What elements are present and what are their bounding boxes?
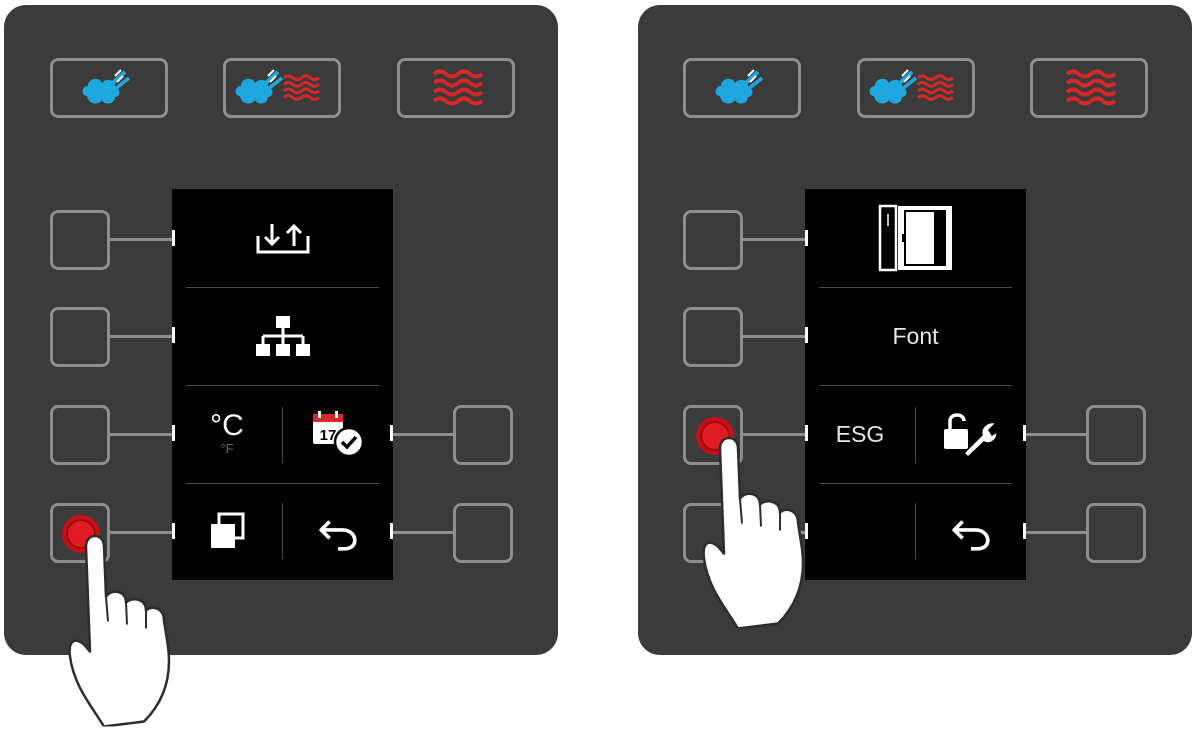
wire <box>110 335 172 338</box>
combi-steam-heat-icon <box>233 68 321 106</box>
back-arrow-icon <box>317 513 359 551</box>
left-screen-button-1[interactable] <box>50 210 110 270</box>
date-time-button[interactable]: 17 <box>283 385 393 483</box>
wire <box>110 238 172 241</box>
right-display: Font ESG <box>805 189 1026 580</box>
right-screen-button-4[interactable] <box>453 503 513 563</box>
steam-icon <box>79 66 139 110</box>
esg-label: ESG <box>835 420 885 447</box>
right-combi-mode-button[interactable] <box>857 58 975 118</box>
convection-heat-icon <box>426 66 486 110</box>
font-label: Font <box>892 322 939 349</box>
unit-settings-menu-item[interactable] <box>805 189 1026 287</box>
left-screen-button-3[interactable] <box>50 405 110 465</box>
back-button[interactable] <box>916 483 1026 580</box>
left-display: °C °F 17 <box>172 189 393 580</box>
right-screen-button-3[interactable] <box>1086 405 1146 465</box>
unlock-wrench-icon <box>944 413 998 459</box>
right-convection-mode-button[interactable] <box>1030 58 1148 118</box>
right-steam-mode-button[interactable] <box>683 58 801 118</box>
wire <box>392 433 454 436</box>
wire <box>743 238 805 241</box>
wire <box>1025 531 1087 534</box>
calendar-check-icon: 17 <box>313 411 365 458</box>
unit-door-icon <box>878 204 952 272</box>
left-steam-mode-button[interactable] <box>50 58 168 118</box>
wire <box>110 433 172 436</box>
left-combi-mode-button[interactable] <box>223 58 341 118</box>
convection-heat-icon <box>1059 66 1119 110</box>
left-screen-button-2[interactable] <box>683 307 743 367</box>
network-icon <box>255 316 310 356</box>
left-screen-button-2[interactable] <box>50 307 110 367</box>
fahrenheit-label: °F <box>220 441 234 456</box>
copy-icon <box>211 512 245 548</box>
wire <box>1025 433 1087 436</box>
back-button[interactable] <box>283 483 393 580</box>
service-access-button[interactable] <box>916 385 1026 483</box>
pointing-hand-icon <box>64 524 194 729</box>
font-menu-item[interactable]: Font <box>805 287 1026 385</box>
network-menu-item[interactable] <box>172 287 393 385</box>
left-screen-button-1[interactable] <box>683 210 743 270</box>
wire <box>392 531 454 534</box>
combi-steam-heat-icon <box>867 68 955 106</box>
import-export-menu-item[interactable] <box>172 189 393 287</box>
left-convection-mode-button[interactable] <box>397 58 515 118</box>
back-arrow-icon <box>950 513 992 551</box>
right-screen-button-4[interactable] <box>1086 503 1146 563</box>
pointing-hand-icon <box>698 426 828 631</box>
right-screen-button-3[interactable] <box>453 405 513 465</box>
wire <box>743 335 805 338</box>
import-export-icon <box>256 223 309 254</box>
temperature-unit-button[interactable]: °C °F <box>172 385 282 483</box>
celsius-label: °C <box>210 409 244 442</box>
steam-icon <box>712 66 772 110</box>
